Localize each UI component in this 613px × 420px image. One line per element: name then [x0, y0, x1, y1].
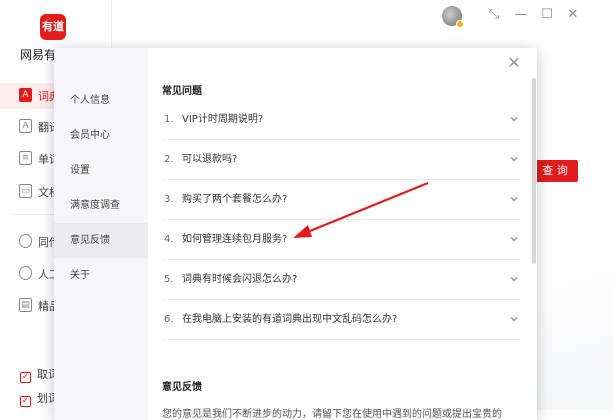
- faq-item[interactable]: 5. 词典有时候会闪退怎么办?: [162, 260, 520, 300]
- dictionary-icon: A: [19, 88, 32, 102]
- checkbox-icon: ✓: [20, 372, 31, 383]
- feedback-title: 意见反馈: [162, 382, 202, 393]
- chevron-down-icon: [510, 157, 518, 162]
- scrollbar-thumb[interactable]: [532, 78, 536, 264]
- sidebar-item-label: 同传: [38, 236, 54, 249]
- sidebar-item-label: 翻译: [38, 121, 54, 134]
- sidebar-item-label: 词典: [38, 90, 54, 103]
- dialog-nav: 个人信息 会员中心 设置 满意度调查 意见反馈 关于: [54, 48, 148, 420]
- checkbox-icon: ✓: [20, 396, 31, 407]
- app-name: 网易有道词典: [20, 48, 56, 62]
- chevron-down-icon: [510, 117, 518, 122]
- dialog-nav-settings[interactable]: 设置: [54, 153, 148, 188]
- chevron-down-icon: [510, 197, 518, 202]
- chevron-down-icon: [510, 317, 518, 322]
- dialog-nav-survey[interactable]: 满意度调查: [54, 188, 148, 223]
- app-logo: 有道: [40, 14, 66, 40]
- course-icon: ▤: [19, 298, 32, 312]
- faq-item[interactable]: 1. VIP计时周期说明?: [162, 100, 520, 140]
- faq-list: 1. VIP计时周期说明? 2. 可以退款吗? 3. 购买了两个套餐怎么办? 4…: [162, 100, 520, 340]
- faq-number: 3.: [164, 194, 174, 205]
- document-icon: ▭: [19, 184, 32, 198]
- query-button[interactable]: 查 询: [532, 160, 578, 182]
- faq-item[interactable]: 3. 购买了两个套餐怎么办?: [162, 180, 520, 220]
- faq-section: 常见问题 1. VIP计时周期说明? 2. 可以退款吗? 3. 购买了两个套餐怎…: [162, 82, 520, 340]
- dialog-nav-profile[interactable]: 个人信息: [54, 83, 148, 118]
- background-decoration: [536, 270, 613, 410]
- faq-question: 词典有时候会闪退怎么办?: [182, 274, 298, 285]
- faq-number: 6.: [164, 314, 174, 325]
- faq-question: VIP计时周期说明?: [182, 114, 264, 125]
- sidebar-item-label: 人工翻译: [38, 268, 54, 281]
- faq-question: 购买了两个套餐怎么办?: [182, 194, 288, 205]
- shrink-icon[interactable]: ⤡: [487, 8, 501, 22]
- faq-number: 2.: [164, 154, 174, 165]
- faq-question: 在我电脑上安装的有道词典出现中文乱码怎么办?: [182, 314, 398, 325]
- close-icon[interactable]: ✕: [507, 55, 521, 71]
- sidebar-item-label: 文档翻译: [38, 186, 54, 199]
- faq-title: 常见问题: [162, 86, 202, 97]
- faq-question: 可以退款吗?: [182, 154, 238, 165]
- faq-item[interactable]: 4. 如何管理连续包月服务?: [162, 220, 520, 260]
- minimize-icon[interactable]: —: [514, 8, 528, 22]
- window-close-icon[interactable]: ✕: [566, 8, 580, 22]
- faq-item[interactable]: 6. 在我电脑上安装的有道词典出现中文乱码怎么办?: [162, 300, 520, 340]
- translate-icon: A: [19, 119, 32, 133]
- faq-question: 如何管理连续包月服务?: [182, 234, 288, 245]
- settings-dialog: 个人信息 会员中心 设置 满意度调查 意见反馈 关于 ✕ 常见问题 1. VIP…: [54, 48, 537, 420]
- faq-number: 5.: [164, 274, 174, 285]
- wordbook-icon: ≡: [19, 151, 32, 165]
- chevron-down-icon: [510, 237, 518, 242]
- sidebar-item-label: 精品课: [38, 300, 54, 313]
- sidebar-item-label: 单词本: [38, 153, 54, 166]
- dialog-nav-feedback[interactable]: 意见反馈: [54, 223, 148, 258]
- dialog-nav-membership[interactable]: 会员中心: [54, 118, 148, 153]
- maximize-icon[interactable]: ☐: [540, 8, 554, 22]
- chevron-down-icon: [510, 277, 518, 282]
- dialog-nav-about[interactable]: 关于: [54, 258, 148, 293]
- person-icon: [19, 266, 32, 280]
- faq-item[interactable]: 2. 可以退款吗?: [162, 140, 520, 180]
- faq-number: 4.: [164, 234, 174, 245]
- scrollbar[interactable]: [531, 48, 537, 420]
- vip-badge-icon: [456, 20, 464, 28]
- faq-number: 1.: [164, 114, 174, 125]
- globe-icon: [19, 234, 32, 248]
